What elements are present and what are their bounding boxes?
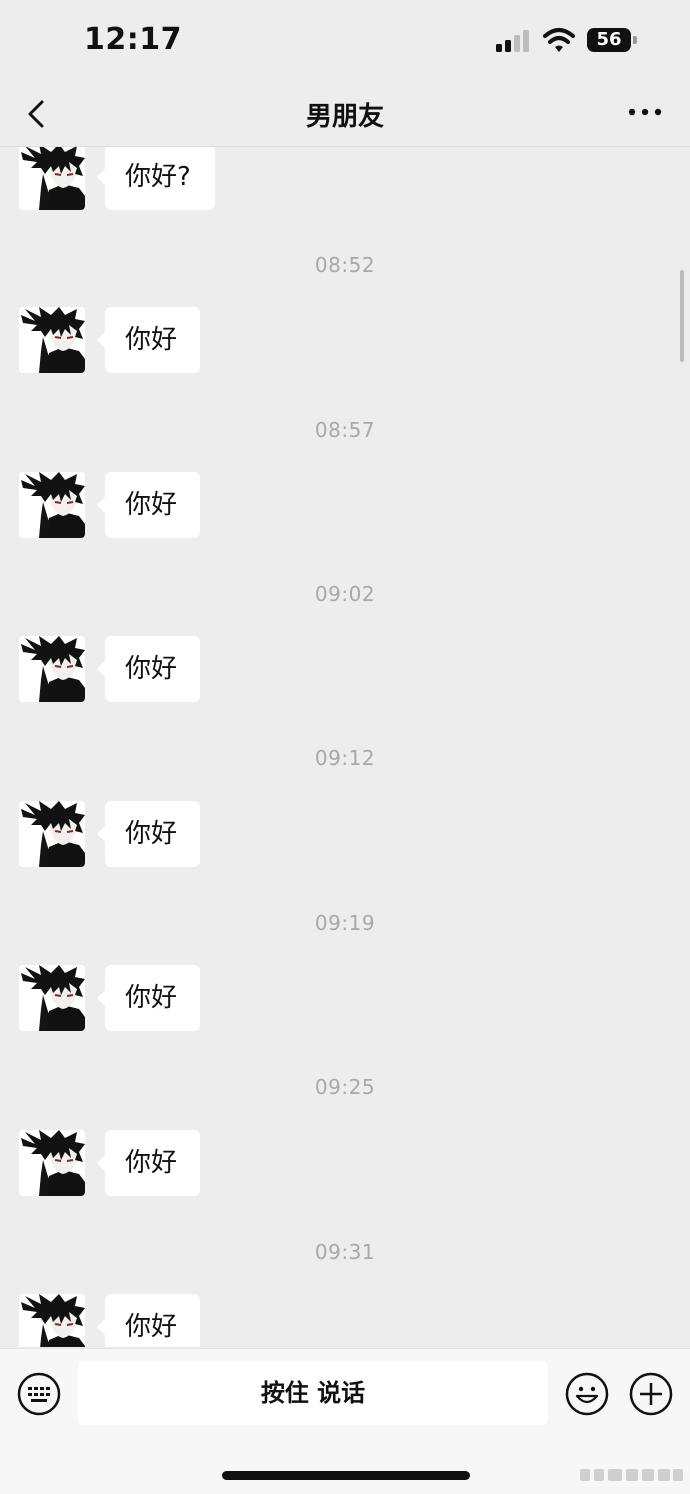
status-bar: 12:17 56 <box>0 0 690 84</box>
chat-header: 男朋友 <box>0 84 690 147</box>
battery-tip <box>633 36 637 44</box>
message-timestamp: 08:52 <box>314 253 376 277</box>
message-bubble[interactable]: 你好? <box>97 147 215 210</box>
message-timestamp: 09:12 <box>314 746 376 770</box>
contact-avatar[interactable] <box>19 472 85 538</box>
contact-avatar[interactable] <box>19 147 85 210</box>
wifi-icon <box>543 28 575 52</box>
message-timestamp: 09:19 <box>314 911 376 935</box>
chat-messages[interactable]: 你好? 08:52 你好 08:57 你好 09:02 你好 09:12 你好 09:19 你好 09… <box>0 147 690 1347</box>
message-bubble[interactable]: 你好 <box>97 801 200 867</box>
message-bubble[interactable]: 你好 <box>97 636 200 702</box>
message-timestamp: 09:25 <box>314 1075 376 1099</box>
watermark-logo <box>580 1469 683 1481</box>
scrollbar[interactable] <box>680 270 684 362</box>
status-time: 12:17 <box>84 22 182 57</box>
home-indicator[interactable] <box>222 1471 470 1480</box>
message-timestamp: 08:57 <box>314 418 376 442</box>
contact-avatar[interactable] <box>19 1294 85 1347</box>
contact-avatar[interactable] <box>19 1130 85 1196</box>
battery-level: 56 <box>587 28 631 52</box>
plus-circle-icon[interactable] <box>629 1372 673 1416</box>
hold-to-talk-button[interactable]: 按住 说话 <box>78 1361 548 1425</box>
message-bubble[interactable]: 你好 <box>97 472 200 538</box>
message-bubble[interactable]: 你好 <box>97 965 200 1031</box>
battery-indicator: 56 <box>587 28 637 54</box>
keyboard-icon[interactable] <box>17 1372 61 1416</box>
contact-avatar[interactable] <box>19 801 85 867</box>
message-bubble[interactable]: 你好 <box>97 1130 200 1196</box>
message-timestamp: 09:31 <box>314 1240 376 1264</box>
ellipsis-icon[interactable] <box>626 102 666 122</box>
chat-title: 男朋友 <box>305 102 384 132</box>
message-bubble[interactable]: 你好 <box>97 307 200 373</box>
contact-avatar[interactable] <box>19 636 85 702</box>
message-timestamp: 09:02 <box>314 582 376 606</box>
emoji-icon[interactable] <box>565 1372 609 1416</box>
message-bubble[interactable]: 你好 <box>97 1294 200 1347</box>
cellular-signal-icon <box>496 30 529 52</box>
contact-avatar[interactable] <box>19 307 85 373</box>
contact-avatar[interactable] <box>19 965 85 1031</box>
